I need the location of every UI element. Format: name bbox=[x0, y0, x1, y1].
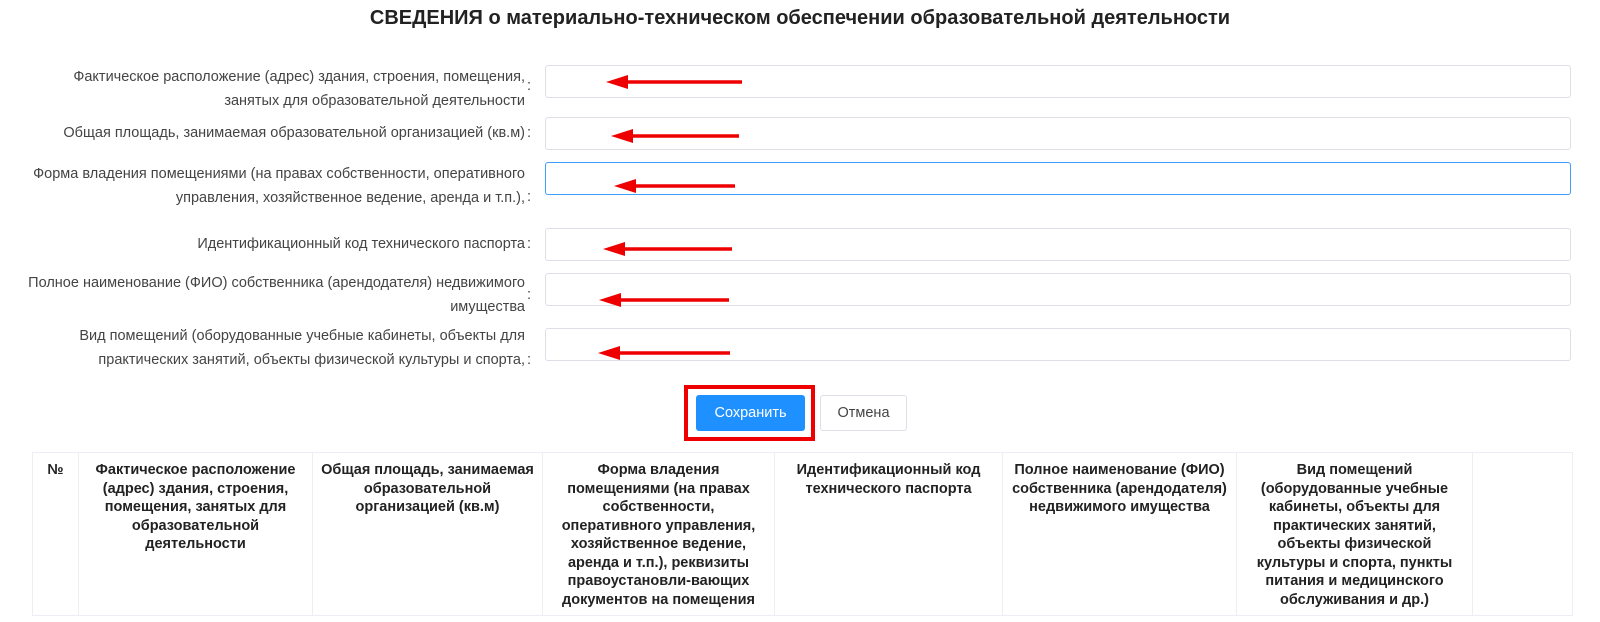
area-input[interactable] bbox=[545, 117, 1571, 150]
field-colon: : bbox=[527, 78, 532, 94]
address-input[interactable] bbox=[545, 65, 1571, 98]
field-colon: : bbox=[527, 352, 532, 368]
column-header-owner-name: Полное наименование (ФИО) собственника (… bbox=[1002, 452, 1237, 616]
field-label-ownership: Форма владения помещениями (на правах со… bbox=[33, 166, 525, 206]
data-table: № Фактическое расположение (адрес) здани… bbox=[32, 452, 1573, 616]
field-label-address: Фактическое расположение (адрес) здания,… bbox=[73, 69, 525, 109]
cancel-button[interactable]: Отмена bbox=[820, 395, 907, 431]
column-header-address: Фактическое расположение (адрес) здания,… bbox=[78, 452, 313, 616]
field-label-owner-name: Полное наименование (ФИО) собственника (… bbox=[28, 275, 525, 315]
field-colon: : bbox=[527, 287, 532, 303]
owner-name-input[interactable] bbox=[545, 273, 1571, 306]
field-colon: : bbox=[527, 236, 532, 252]
field-label-premises-type: Вид помещений (оборудованные учебные каб… bbox=[79, 328, 525, 368]
column-header-number: № bbox=[32, 452, 79, 616]
save-button[interactable]: Сохранить bbox=[696, 395, 805, 431]
column-header-ownership: Форма владения помещениями (на правах со… bbox=[542, 452, 775, 616]
column-header-actions bbox=[1472, 452, 1573, 616]
column-header-passport-code: Идентификационный код технического паспо… bbox=[774, 452, 1003, 616]
ownership-input[interactable] bbox=[545, 162, 1571, 195]
premises-type-input[interactable] bbox=[545, 328, 1571, 361]
column-header-premises-type: Вид помещений (оборудованные учебные каб… bbox=[1236, 452, 1473, 616]
column-header-area: Общая площадь, занимаемая образовательно… bbox=[312, 452, 543, 616]
passport-code-input[interactable] bbox=[545, 228, 1571, 261]
field-colon: : bbox=[527, 189, 532, 205]
field-label-area: Общая площадь, занимаемая образовательно… bbox=[63, 125, 525, 141]
table-header-row: № Фактическое расположение (адрес) здани… bbox=[32, 452, 1573, 616]
page-title: СВЕДЕНИЯ о материально-техническом обесп… bbox=[369, 7, 1231, 29]
field-label-passport-code: Идентификационный код технического паспо… bbox=[197, 236, 525, 252]
field-colon: : bbox=[527, 125, 532, 141]
